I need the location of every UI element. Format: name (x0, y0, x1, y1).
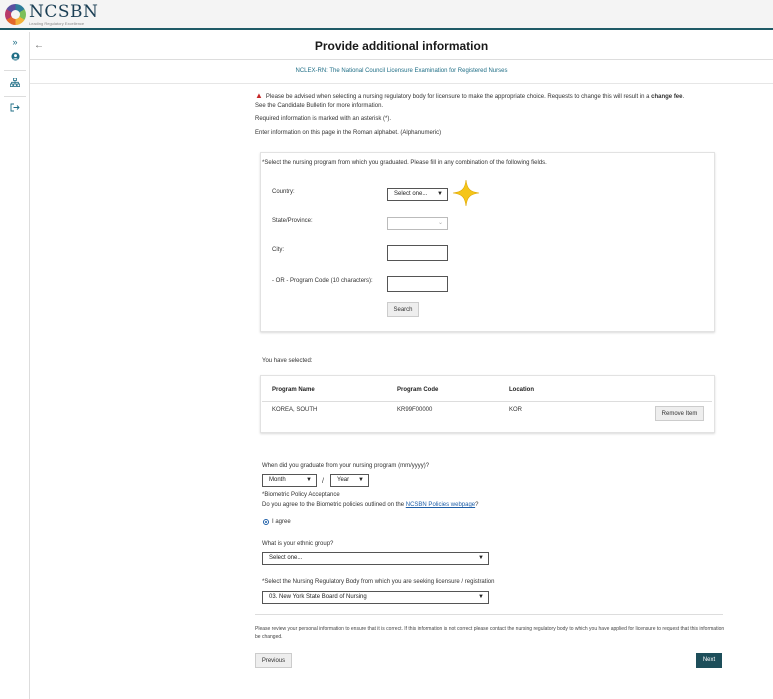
ethnic-group-question: What is your ethnic group? (262, 541, 334, 547)
state-label: State/Province: (272, 218, 313, 224)
month-select[interactable]: Month ▼ (262, 474, 317, 487)
biometric-question-end: ? (475, 502, 479, 508)
sidebar: » (0, 32, 30, 699)
location-header: Location (509, 387, 534, 393)
nrb-question: *Select the Nursing Regulatory Body from… (262, 579, 495, 585)
sparkle-icon (452, 179, 480, 207)
previous-button[interactable]: Previous (255, 653, 292, 668)
logo-mark-icon (5, 4, 26, 25)
biometric-question-text: Do you agree to the Biometric policies o… (262, 502, 406, 508)
notice-text: Please be advised when selecting a nursi… (265, 94, 652, 100)
year-select-value: Year (337, 477, 350, 483)
program-code-header: Program Code (397, 387, 439, 393)
agree-radio-label[interactable]: I agree (272, 519, 291, 525)
city-label: City: (272, 247, 284, 253)
country-select[interactable]: Select one... ▼ (387, 188, 448, 201)
chevron-down-icon: ▼ (437, 191, 443, 197)
chevron-down-icon: ⌄ (437, 220, 443, 226)
expand-icon[interactable]: » (8, 36, 22, 48)
month-select-value: Month (269, 477, 286, 483)
page-title: Provide additional information (314, 39, 489, 53)
chevron-down-icon: ▼ (358, 477, 364, 483)
notice-bold: change fee (651, 94, 683, 100)
ethnic-group-select-value: Select one... (269, 555, 303, 561)
year-select[interactable]: Year ▼ (330, 474, 369, 487)
exam-divider (30, 83, 773, 84)
biometric-question: Do you agree to the Biometric policies o… (262, 502, 478, 508)
notice-text-end: . (682, 94, 685, 100)
chevron-down-icon: ▼ (478, 555, 484, 561)
warning-icon: ▲ (255, 91, 263, 100)
required-note: Required information is marked with an a… (255, 116, 392, 122)
search-button[interactable]: Search (387, 302, 419, 317)
chevron-down-icon: ▼ (306, 477, 312, 483)
ncsbn-logo[interactable]: NCSBN Leading Regulatory Excellence (5, 2, 99, 26)
program-name-header: Program Name (272, 387, 315, 393)
logo-text: NCSBN (29, 2, 99, 22)
graduation-question: When did you graduate from your nursing … (262, 463, 430, 469)
logout-icon[interactable] (8, 103, 22, 115)
program-code-label: - OR - Program Code (10 characters): (272, 278, 373, 284)
notice-line2: See the Candidate Bulletin for more info… (255, 103, 384, 109)
state-select[interactable]: ⌄ (387, 217, 448, 230)
program-search-card (260, 152, 715, 332)
ethnic-group-select[interactable]: Select one... ▼ (262, 552, 489, 565)
selected-program-card (260, 375, 715, 433)
top-bar: NCSBN Leading Regulatory Excellence (0, 0, 773, 30)
next-button[interactable]: Next (696, 653, 722, 668)
program-name-cell: KOREA, SOUTH (272, 407, 318, 413)
review-note: Please review your personal information … (255, 626, 725, 640)
program-code-input[interactable] (387, 276, 448, 292)
city-input[interactable] (387, 245, 448, 261)
table-divider (262, 401, 712, 402)
title-divider (30, 59, 773, 60)
date-separator: / (322, 478, 324, 485)
alphabet-note: Enter information on this page in the Ro… (255, 130, 442, 136)
selected-label: You have selected: (262, 358, 313, 364)
biometric-title: *Biometric Policy Acceptance (262, 492, 340, 498)
user-icon[interactable] (8, 52, 22, 64)
country-label: Country: (272, 189, 295, 195)
country-select-value: Select one... (394, 191, 428, 197)
ncsbn-policies-link[interactable]: NCSBN Policies webpage (406, 502, 475, 508)
sidebar-divider (4, 96, 26, 97)
logo-tagline: Leading Regulatory Excellence (29, 21, 85, 26)
location-cell: KOR (509, 407, 523, 413)
program-search-hint: *Select the nursing program from which y… (262, 160, 547, 166)
change-fee-notice: ▲ Please be advised when selecting a nurs… (255, 91, 725, 111)
exam-name: NCLEX-RN: The National Council Licensure… (295, 68, 508, 74)
nrb-select-value: 03. New York State Board of Nursing (269, 594, 367, 600)
sidebar-divider (4, 70, 26, 71)
org-chart-icon[interactable] (8, 77, 22, 90)
nrb-select[interactable]: 03. New York State Board of Nursing ▼ (262, 591, 489, 604)
agree-radio[interactable] (263, 519, 269, 525)
remove-item-button[interactable]: Remove Item (655, 406, 704, 421)
section-divider (255, 614, 723, 615)
chevron-down-icon: ▼ (478, 594, 484, 600)
program-code-cell: KR99F00000 (397, 407, 433, 413)
